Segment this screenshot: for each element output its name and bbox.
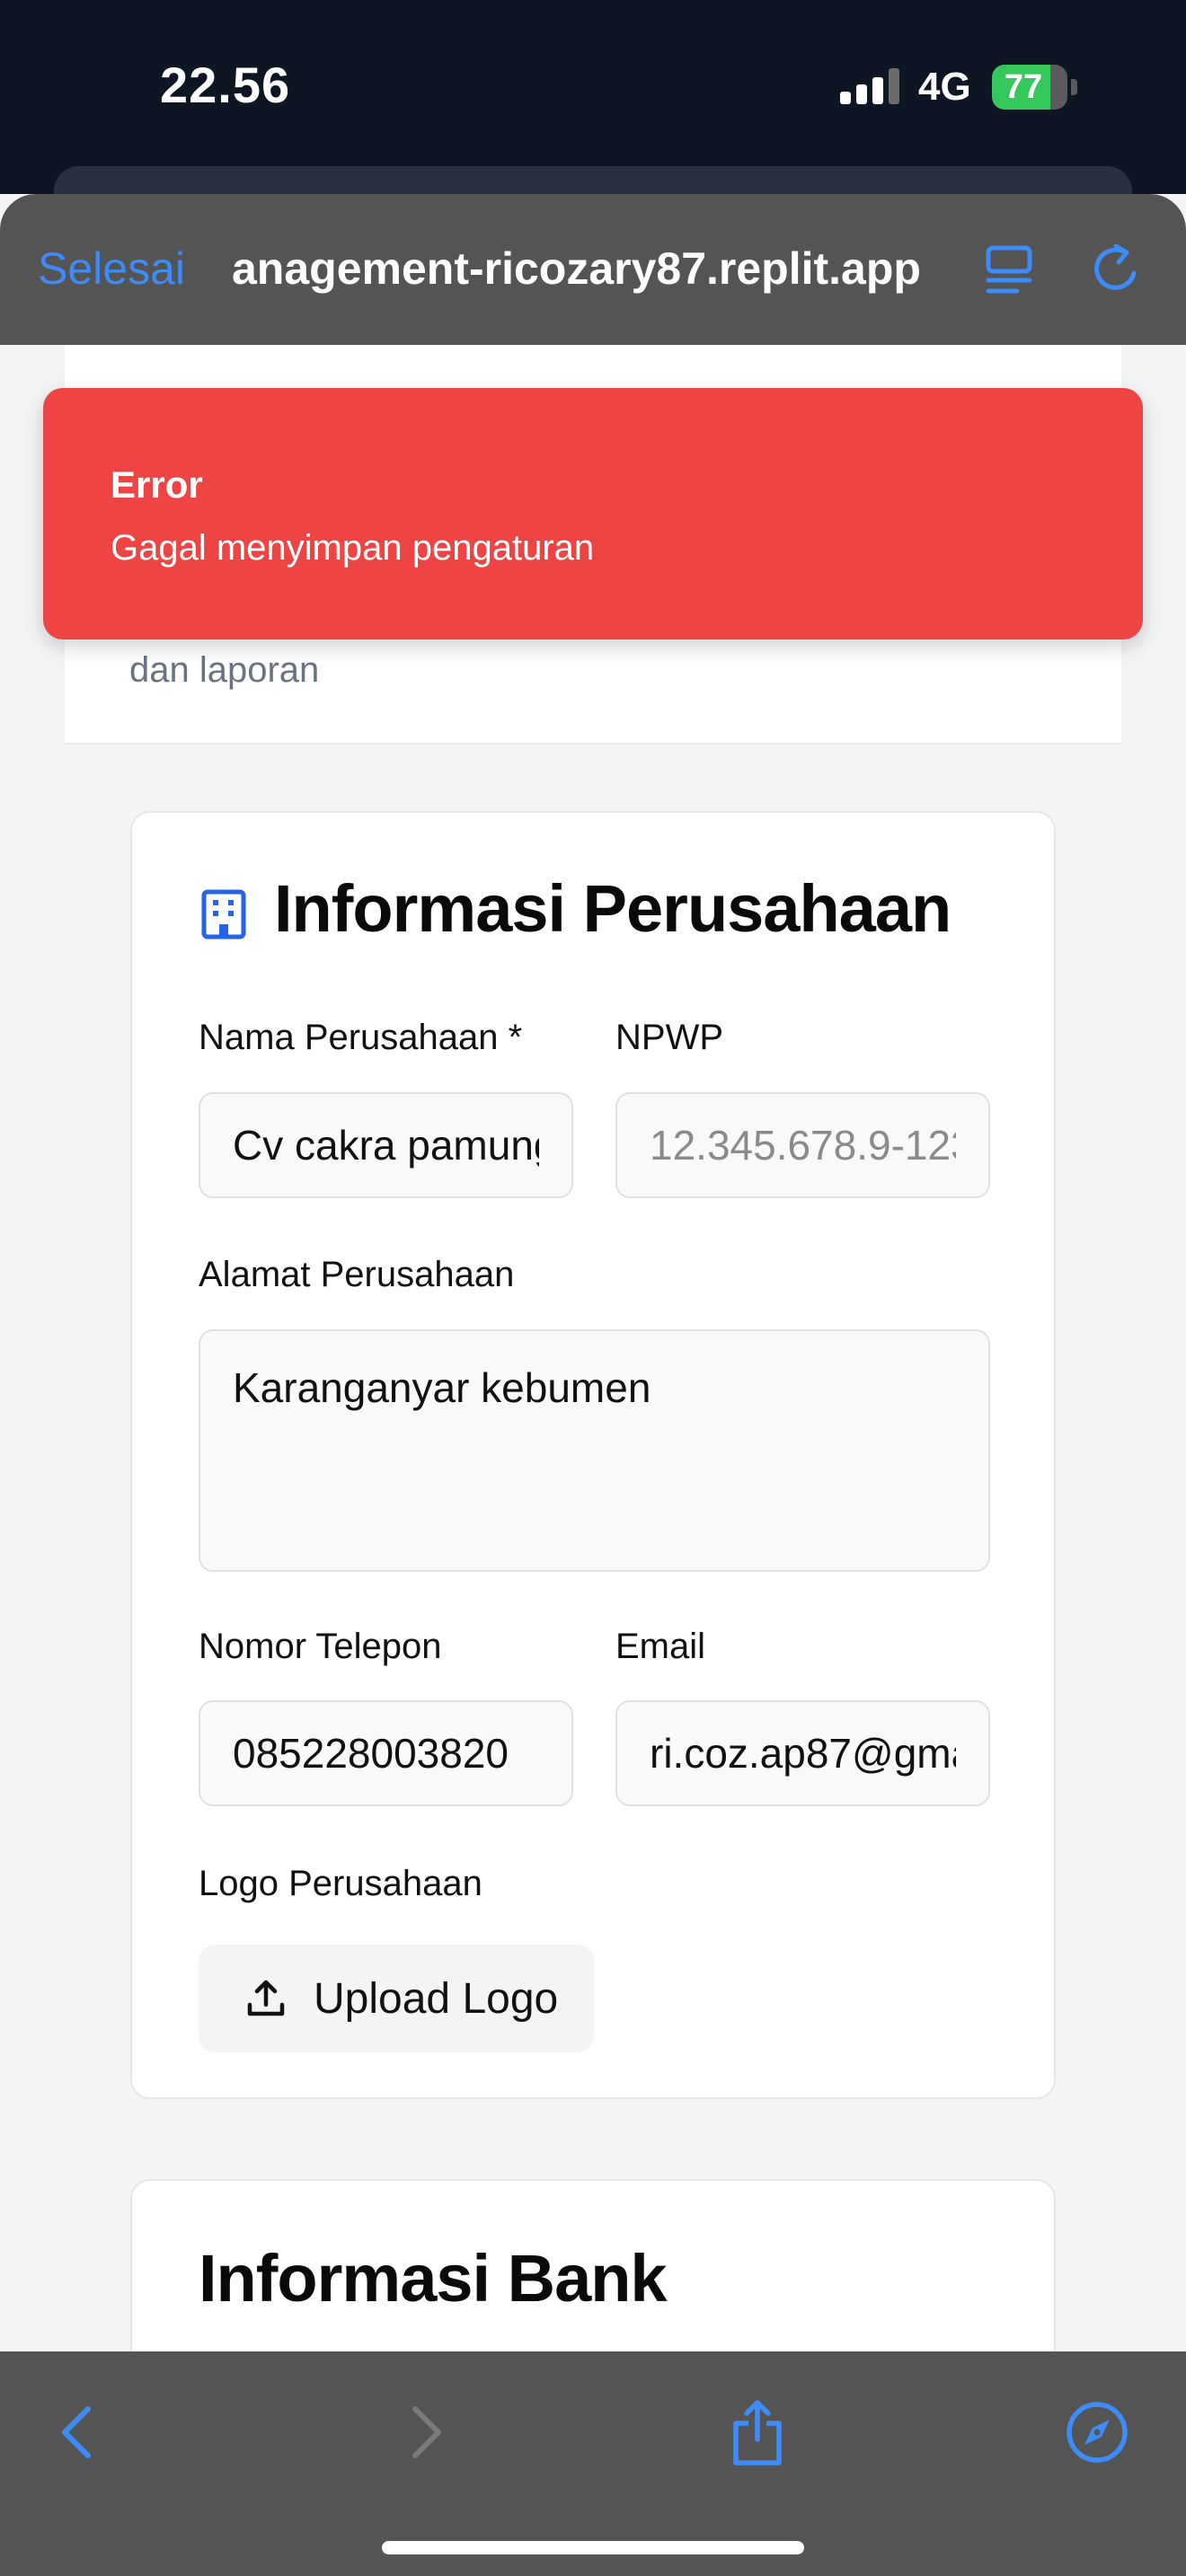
company-name-label: Nama Perusahaan * xyxy=(199,1018,523,1057)
phone-input[interactable] xyxy=(199,1700,573,1806)
battery-cap xyxy=(1071,79,1077,95)
url-label[interactable]: anagement-ricozary87.replit.app xyxy=(232,243,942,295)
building-icon xyxy=(201,889,246,940)
bank-info-card: Informasi Bank xyxy=(130,2179,1056,2351)
upload-logo-label: Upload Logo xyxy=(314,1974,559,2023)
logo-label: Logo Perusahaan xyxy=(199,1864,482,1903)
network-type: 4G xyxy=(918,65,971,109)
bank-card-title: Informasi Bank xyxy=(199,2241,668,2316)
share-icon[interactable] xyxy=(721,2396,793,2468)
npwp-label: NPWP xyxy=(615,1018,723,1057)
company-card-title: Informasi Perusahaan xyxy=(274,871,951,946)
reader-mode-icon[interactable] xyxy=(985,244,1033,295)
status-bar: 22.56 4G 77 xyxy=(0,0,1186,194)
phone-label: Nomor Telepon xyxy=(199,1627,442,1666)
email-input[interactable] xyxy=(615,1700,990,1806)
forward-icon[interactable] xyxy=(388,2396,460,2468)
npwp-input[interactable] xyxy=(615,1092,990,1198)
safari-compass-icon[interactable] xyxy=(1061,2396,1133,2468)
battery-percent: 77 xyxy=(1004,68,1043,106)
page-content: dan laporan Informasi Perusahaan Nama Pe… xyxy=(0,345,1186,2351)
signal-icon xyxy=(840,68,901,104)
upload-icon xyxy=(247,1980,285,2016)
back-icon[interactable] xyxy=(43,2396,115,2468)
status-time: 22.56 xyxy=(160,57,291,113)
battery-icon: 77 xyxy=(992,65,1067,110)
upload-logo-button[interactable]: Upload Logo xyxy=(199,1945,594,2052)
error-toast[interactable]: Error Gagal menyimpan pengaturan xyxy=(43,388,1143,640)
company-info-card: Informasi Perusahaan Nama Perusahaan * N… xyxy=(130,811,1056,2099)
address-label: Alamat Perusahaan xyxy=(199,1255,515,1294)
toast-message: Gagal menyimpan pengaturan xyxy=(111,528,595,568)
company-name-input[interactable] xyxy=(199,1092,573,1198)
toast-title: Error xyxy=(111,463,203,506)
browser-header: Selesai anagement-ricozary87.replit.app xyxy=(0,194,1186,345)
done-button[interactable]: Selesai xyxy=(38,243,185,295)
email-label: Email xyxy=(615,1627,706,1666)
reload-icon[interactable] xyxy=(1089,241,1145,296)
page-description: dan laporan xyxy=(129,650,320,690)
address-textarea[interactable]: Karanganyar kebumen xyxy=(199,1329,990,1572)
home-indicator xyxy=(382,2541,804,2554)
